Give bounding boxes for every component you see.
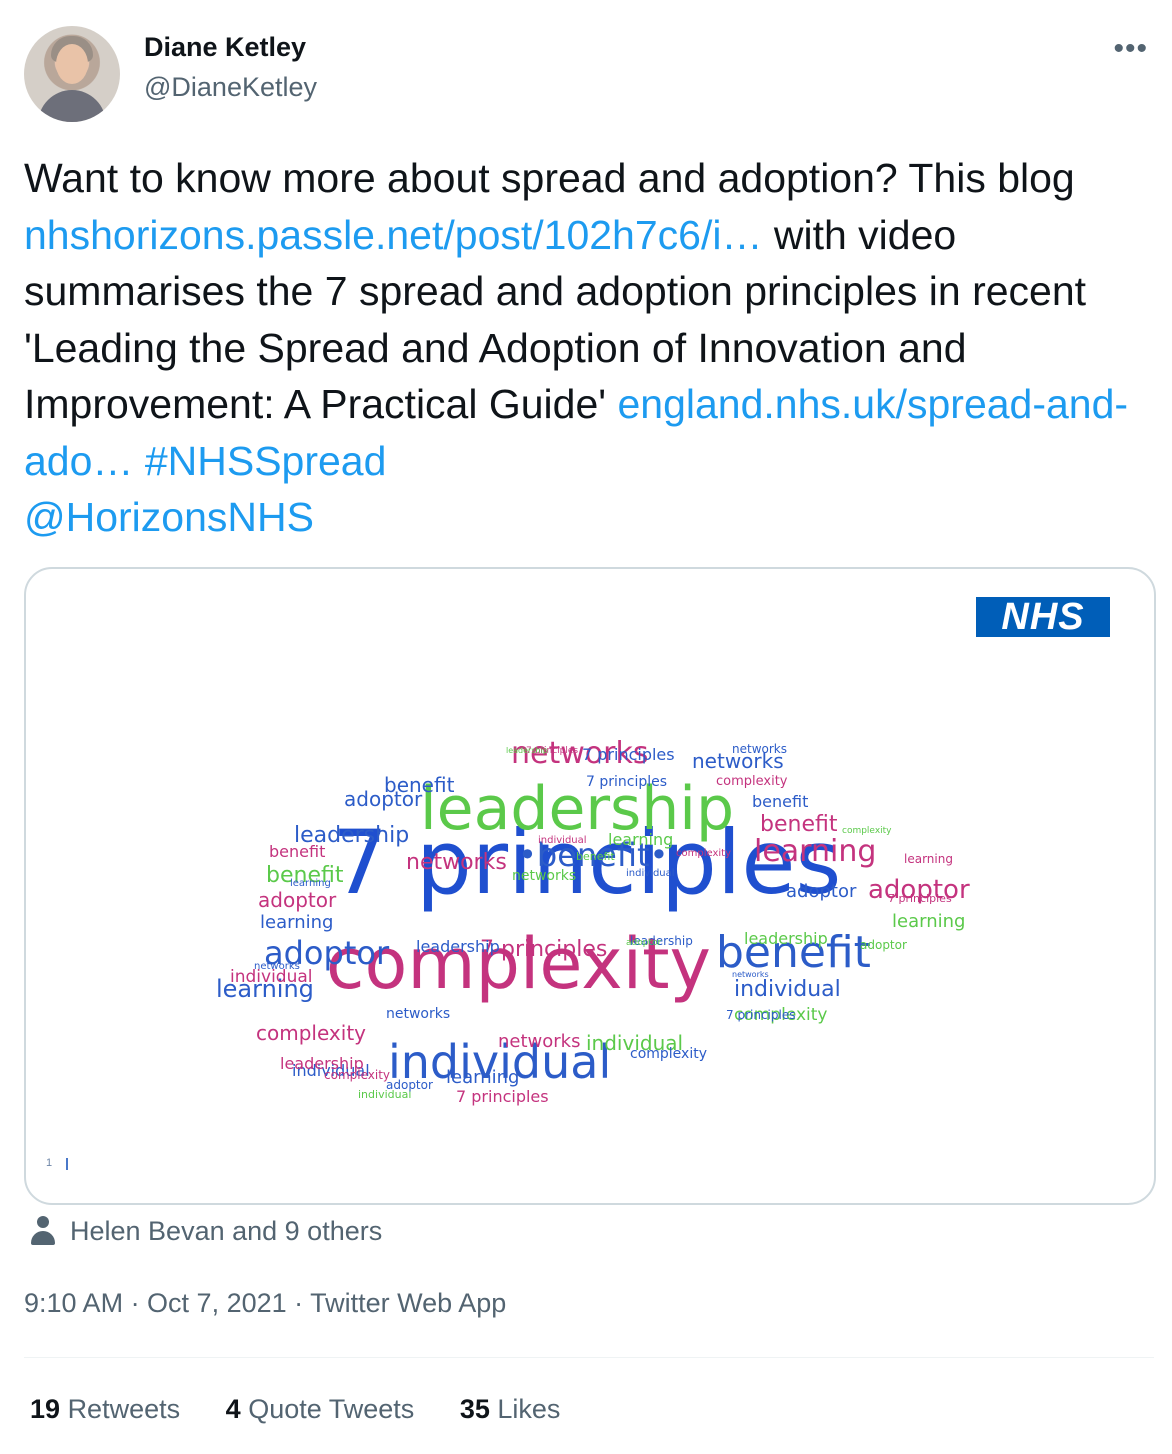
word-cloud-word: individual (734, 977, 841, 1002)
word-cloud-word: learning (446, 1067, 520, 1088)
word-cloud-word: leadership (744, 929, 828, 948)
word-cloud-word: benefit (752, 792, 809, 811)
word-cloud-word: complexity (324, 1068, 390, 1082)
media-card[interactable]: NHS 7 principles complexity leadership indi… (24, 567, 1156, 1205)
word-cloud-word: 7 principles (586, 774, 668, 790)
word-cloud-word: adoptor (344, 787, 423, 811)
word-cloud-word: individual (538, 835, 587, 846)
word-cloud-word: networks (498, 1031, 581, 1052)
retweets-count: 19 (30, 1394, 61, 1424)
word-cloud-word: learning (260, 912, 334, 933)
word-cloud-word: adoptor (860, 938, 907, 952)
likes-label: Likes (497, 1394, 561, 1424)
author-name[interactable]: Diane Ketley (144, 32, 306, 63)
word-cloud-word: leadership (416, 937, 500, 956)
slide-page-number: 1 (46, 1157, 53, 1169)
likes-stat[interactable]: 35 Likes (460, 1394, 561, 1425)
divider (24, 1357, 1154, 1358)
author-handle[interactable]: @DianeKetley (144, 72, 317, 103)
word-cloud-word: leadership (420, 774, 735, 844)
tweet-text: Want to know more about spread and adopt… (24, 150, 1154, 546)
person-icon (30, 1216, 56, 1248)
word-cloud-word: 7 principles (888, 892, 952, 905)
word-cloud-word: complexity (842, 826, 892, 836)
word-cloud-word: adoptor (386, 1078, 433, 1092)
word-cloud-word: adoptor (786, 881, 857, 902)
word-cloud-word: benefit (760, 812, 838, 837)
hashtag-link[interactable]: #NHSSpread (145, 438, 387, 484)
word-cloud-word: learning (892, 911, 966, 932)
word-cloud-word: leadership (506, 746, 548, 755)
word-cloud-word: networks (732, 970, 769, 979)
quote-tweets-label: Quote Tweets (248, 1394, 415, 1424)
word-cloud-word: complexity (676, 848, 731, 859)
engagement-stats: 19 Retweets 4 Quote Tweets 35 Likes (30, 1394, 598, 1425)
word-cloud-word: 7 principles (582, 745, 675, 764)
word-cloud-word: complexity (716, 774, 788, 789)
word-cloud-word: learning (754, 834, 877, 869)
word-cloud-word: individual (626, 868, 675, 879)
word-cloud-word: networks (406, 850, 507, 875)
word-cloud-word: 7 principles (456, 1087, 549, 1106)
blog-link[interactable]: nhshorizons.passle.net/post/102h7c6/i… (24, 212, 762, 258)
quote-tweets-stat[interactable]: 4 Quote Tweets (226, 1394, 415, 1425)
word-cloud-word: adoptor (258, 888, 337, 912)
word-cloud-word: benefit (576, 850, 615, 863)
quote-tweets-count: 4 (225, 1394, 241, 1424)
word-cloud-word: learning (608, 830, 674, 849)
retweets-label: Retweets (67, 1394, 181, 1424)
mention-link[interactable]: @HorizonsNHS (24, 494, 314, 540)
slide-progress-bar (66, 1158, 68, 1170)
word-cloud-word: networks (732, 742, 787, 756)
likes-count: 35 (459, 1394, 490, 1424)
word-cloud-word: learning (904, 852, 953, 866)
word-cloud-word: adoptor (626, 938, 662, 948)
social-context-text[interactable]: Helen Bevan and 9 others (70, 1216, 382, 1247)
word-cloud-word: complexity (256, 1021, 366, 1045)
retweets-stat[interactable]: 19 Retweets (30, 1394, 180, 1425)
tweet-timestamp[interactable]: 9:10 AM · Oct 7, 2021 · Twitter Web App (24, 1288, 506, 1319)
word-cloud-word: benefit (269, 842, 326, 861)
word-cloud-word: networks (254, 961, 300, 972)
word-cloud-word: networks (512, 868, 577, 884)
avatar[interactable] (24, 26, 120, 122)
tweet-text-part: Want to know more about spread and adopt… (24, 155, 1075, 201)
word-cloud: 7 principles complexity leadership individu… (26, 569, 1154, 1203)
word-cloud-word: 7 principles (726, 1008, 796, 1022)
word-cloud-word: networks (386, 1006, 451, 1022)
word-cloud-word: learning (290, 878, 331, 889)
more-options-icon[interactable]: ••• (1113, 32, 1148, 66)
word-cloud-word: complexity (630, 1046, 707, 1062)
tweet-header: Diane Ketley @DianeKetley ••• (24, 22, 1148, 122)
